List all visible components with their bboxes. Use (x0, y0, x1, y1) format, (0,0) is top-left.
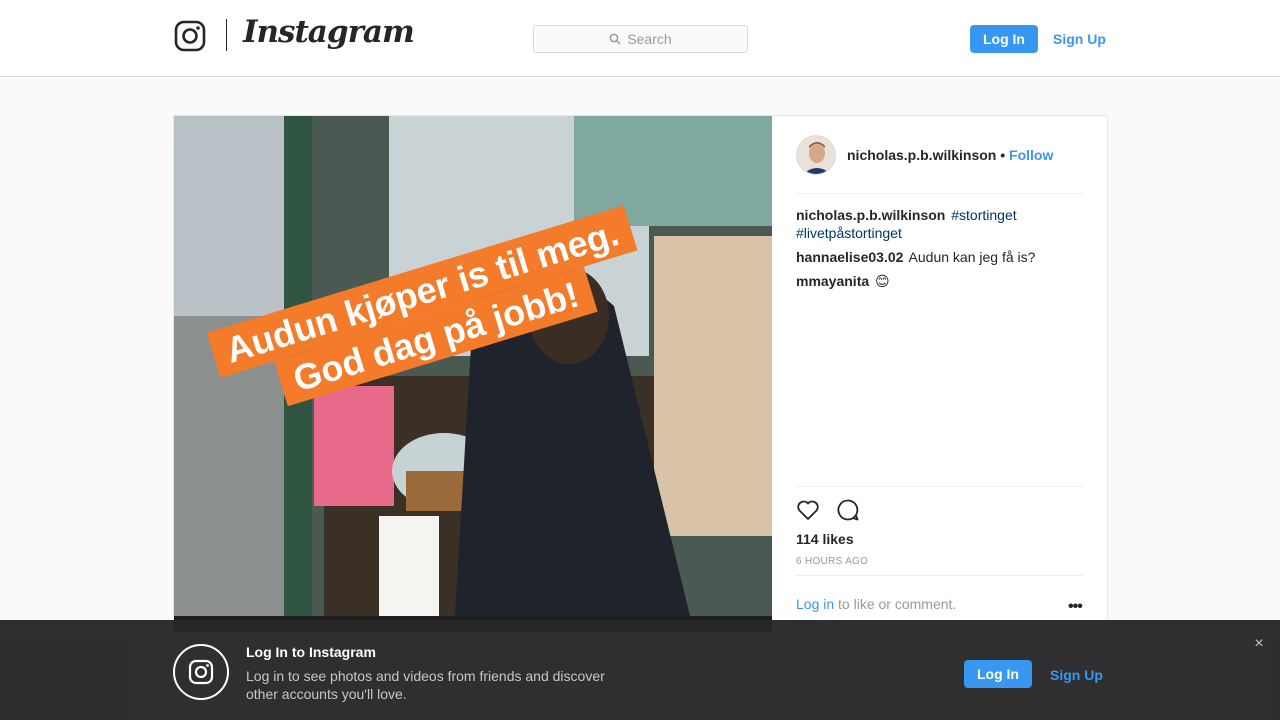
header-signup-link[interactable]: Sign Up (1053, 31, 1106, 47)
login-prompt-text: Log in to see photos and videos from fri… (246, 668, 605, 702)
instagram-wordmark[interactable]: Instagram (243, 14, 415, 50)
comment-login-link[interactable]: Log in (796, 596, 834, 612)
post-sidebar: nicholas.p.b.wilkinson • Follow nicholas… (772, 116, 1107, 654)
comment-item: hannaelise03.02 Audun kan jeg få is? (796, 248, 1083, 266)
comment-item: nicholas.p.b.wilkinson #stortinget #live… (796, 206, 1083, 242)
comment-username[interactable]: mmayanita (796, 273, 869, 289)
login-prompt-signup-link[interactable]: Sign Up (1050, 667, 1103, 683)
search-icon (609, 33, 621, 45)
header-divider (796, 193, 1083, 194)
comment-list: nicholas.p.b.wilkinson #stortinget #live… (796, 206, 1083, 296)
comment-username[interactable]: nicholas.p.b.wilkinson (796, 207, 945, 223)
login-prompt-title: Log In to Instagram (246, 644, 376, 660)
instagram-camera-icon[interactable] (174, 20, 206, 52)
comment-text: Audun kan jeg få is? (908, 249, 1036, 265)
top-navigation-bar: Instagram Search Log In Sign Up (0, 0, 1280, 77)
actions-divider (796, 486, 1083, 487)
instagram-logo-icon (173, 644, 229, 700)
post-actions (796, 498, 860, 522)
avatar-image (797, 136, 835, 174)
post-timestamp[interactable]: 6 HOURS AGO (796, 556, 868, 567)
comment-text: 😊 (875, 273, 890, 289)
add-comment-prompt: Log in to like or comment. (796, 596, 956, 612)
likes-count[interactable]: 114 likes (796, 531, 854, 547)
post-photo[interactable]: Audun kjøper is til meg. God dag på jobb… (174, 116, 772, 632)
instagram-camera-icon (188, 659, 214, 685)
author-username[interactable]: nicholas.p.b.wilkinson (847, 147, 996, 163)
add-comment-text: to like or comment. (838, 596, 957, 612)
header-login-button[interactable]: Log In (970, 25, 1038, 53)
login-prompt-bar: Log In to Instagram Log in to see photos… (0, 620, 1280, 720)
search-input[interactable]: Search (533, 25, 748, 53)
search-placeholder: Search (627, 31, 672, 47)
login-prompt-login-button[interactable]: Log In (964, 660, 1032, 688)
separator-dot: • (1000, 147, 1006, 163)
comment-username[interactable]: hannaelise03.02 (796, 249, 903, 265)
post-author: nicholas.p.b.wilkinson • Follow (847, 147, 1053, 163)
comment-item: mmayanita 😊 (796, 272, 1083, 290)
post-card: Audun kjøper is til meg. God dag på jobb… (173, 115, 1108, 655)
more-options-icon[interactable]: ••• (1068, 598, 1083, 616)
comment-icon[interactable] (836, 498, 860, 522)
heart-icon[interactable] (796, 498, 820, 522)
follow-button[interactable]: Follow (1009, 147, 1053, 163)
close-icon[interactable]: × (1251, 636, 1267, 652)
logo-divider (226, 19, 227, 51)
author-avatar[interactable] (796, 135, 836, 175)
comment-divider (796, 575, 1083, 576)
